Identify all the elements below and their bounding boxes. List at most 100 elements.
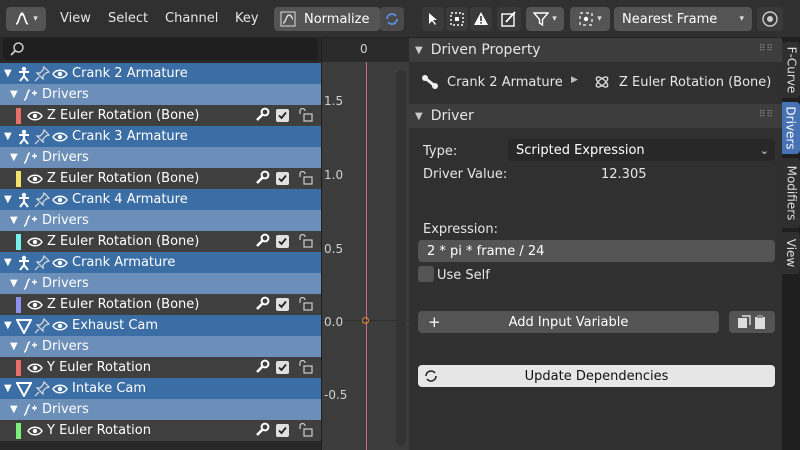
channel-object-row[interactable]: ▼ Crank 4 Armature	[0, 189, 321, 210]
only-show-errors-button[interactable]	[470, 7, 492, 31]
keyframe-point[interactable]	[362, 317, 369, 324]
chevron-down-icon[interactable]: ▼	[10, 89, 20, 100]
lock-icon[interactable]	[297, 422, 313, 438]
eye-icon[interactable]	[52, 381, 68, 397]
channel-group-row[interactable]: ▼ Drivers	[0, 84, 321, 105]
fcurve-channel-row[interactable]: Y Euler Rotation	[0, 420, 321, 441]
chevron-down-icon[interactable]: ▼	[4, 131, 14, 142]
editor-type-button[interactable]: ▾	[6, 7, 46, 31]
channel-group-row[interactable]: ▼ Drivers	[0, 147, 321, 168]
pin-icon[interactable]	[34, 128, 50, 145]
eye-icon[interactable]	[52, 192, 68, 208]
pin-icon[interactable]	[34, 380, 50, 397]
fcurve-channel-row[interactable]: Z Euler Rotation (Bone)	[0, 105, 321, 126]
chevron-down-icon[interactable]: ▼	[10, 404, 20, 415]
lock-icon[interactable]	[297, 233, 313, 249]
pin-icon[interactable]	[34, 191, 50, 208]
menu-channel[interactable]: Channel	[165, 11, 218, 26]
copy-paste-variables-button[interactable]	[729, 311, 775, 333]
channel-object-row[interactable]: ▼ Exhaust Cam	[0, 315, 321, 336]
driver-panel-header[interactable]: ▼ Driver ⠿⠿	[409, 104, 782, 128]
chevron-down-icon[interactable]: ▼	[4, 68, 14, 79]
channel-search-input[interactable]	[3, 38, 318, 60]
drag-handle-icon[interactable]: ⠿⠿	[759, 110, 774, 120]
use-self-checkbox[interactable]	[418, 266, 434, 282]
wrench-icon[interactable]	[254, 233, 270, 249]
auto-normalize-button[interactable]	[380, 7, 404, 31]
snap-mode-dropdown[interactable]: Nearest Frame ▾	[614, 7, 752, 31]
eye-icon[interactable]	[27, 234, 43, 250]
mute-checkbox[interactable]	[276, 234, 289, 248]
chevron-down-icon[interactable]: ▼	[4, 257, 14, 268]
add-input-variable-button[interactable]: + Add Input Variable	[418, 311, 719, 333]
eye-icon[interactable]	[27, 108, 43, 124]
eye-icon[interactable]	[52, 318, 68, 334]
expression-field[interactable]: 2 * pi * frame / 24	[418, 240, 775, 262]
select-tool-button[interactable]	[422, 7, 444, 31]
channel-object-row[interactable]: ▼ Crank Armature	[0, 252, 321, 273]
eye-icon[interactable]	[52, 255, 68, 271]
menu-view[interactable]: View	[60, 11, 91, 26]
channel-group-row[interactable]: ▼ Drivers	[0, 210, 321, 231]
chevron-down-icon[interactable]: ▼	[4, 383, 14, 394]
pin-icon[interactable]	[34, 254, 50, 271]
wrench-icon[interactable]	[254, 359, 270, 375]
fcurve-channel-row[interactable]: Z Euler Rotation (Bone)	[0, 231, 321, 252]
wrench-icon[interactable]	[254, 107, 270, 123]
tab-view[interactable]: View	[782, 232, 800, 274]
pin-icon[interactable]	[34, 317, 50, 334]
tab-f-curve[interactable]: F-Curve	[782, 42, 800, 98]
channel-object-row[interactable]: ▼ Intake Cam	[0, 378, 321, 399]
lock-icon[interactable]	[297, 359, 313, 375]
pivot-point-dropdown[interactable]: ▾	[570, 7, 610, 31]
menu-select[interactable]: Select	[108, 11, 148, 26]
channel-group-row[interactable]: ▼ Drivers	[0, 336, 321, 357]
filter-dropdown[interactable]: ▾	[526, 7, 564, 31]
drag-handle-icon[interactable]: ⠿⠿	[759, 44, 774, 54]
eye-icon[interactable]	[52, 129, 68, 145]
chevron-down-icon[interactable]: ▼	[4, 320, 14, 331]
lock-icon[interactable]	[297, 296, 313, 312]
pin-icon[interactable]	[34, 65, 50, 82]
eye-icon[interactable]	[27, 423, 43, 439]
proportional-editing-button[interactable]	[757, 7, 783, 31]
chevron-down-icon[interactable]: ▼	[10, 215, 20, 226]
channel-object-row[interactable]: ▼ Crank 2 Armature	[0, 63, 321, 84]
chevron-down-icon[interactable]: ▼	[4, 194, 14, 205]
mute-checkbox[interactable]	[276, 360, 289, 374]
normalize-toggle[interactable]: Normalize	[274, 7, 380, 31]
mute-checkbox[interactable]	[276, 108, 289, 122]
eye-icon[interactable]	[27, 171, 43, 187]
update-dependencies-button[interactable]: Update Dependencies	[418, 365, 775, 387]
graph-area[interactable]: 0 1.5 1.0 0.5 0.0 -0.5	[321, 38, 410, 450]
menu-key[interactable]: Key	[235, 11, 259, 26]
box-select-button[interactable]	[446, 7, 468, 31]
wrench-icon[interactable]	[254, 296, 270, 312]
driven-property-panel-header[interactable]: ▼ Driven Property ⠿⠿	[409, 38, 782, 62]
graph-scrollbar[interactable]	[396, 70, 406, 446]
channel-group-row[interactable]: ▼ Drivers	[0, 399, 321, 420]
chevron-down-icon[interactable]: ▼	[10, 152, 20, 163]
driver-type-dropdown[interactable]: Scripted Expression ⌄	[508, 139, 775, 161]
channel-group-row[interactable]: ▼ Drivers	[0, 273, 321, 294]
eye-icon[interactable]	[27, 360, 43, 376]
fcurve-channel-row[interactable]: Z Euler Rotation (Bone)	[0, 294, 321, 315]
tab-drivers[interactable]: Drivers	[782, 102, 800, 154]
lock-icon[interactable]	[297, 107, 313, 123]
eye-icon[interactable]	[27, 297, 43, 313]
wrench-icon[interactable]	[254, 422, 270, 438]
frame-ruler[interactable]: 0	[322, 38, 410, 62]
channel-object-row[interactable]: ▼ Crank 3 Armature	[0, 126, 321, 147]
fcurve-channel-row[interactable]: Y Euler Rotation	[0, 357, 321, 378]
chevron-down-icon[interactable]: ▼	[10, 278, 20, 289]
fcurve-channel-row[interactable]: Z Euler Rotation (Bone)	[0, 168, 321, 189]
chevron-down-icon[interactable]: ▼	[10, 341, 20, 352]
mute-checkbox[interactable]	[276, 171, 289, 185]
mute-checkbox[interactable]	[276, 423, 289, 437]
eye-icon[interactable]	[52, 66, 68, 82]
mute-checkbox[interactable]	[276, 297, 289, 311]
lock-icon[interactable]	[297, 170, 313, 186]
tab-modifiers[interactable]: Modifiers	[782, 158, 800, 228]
wrench-icon[interactable]	[254, 170, 270, 186]
show-handles-button[interactable]	[497, 7, 521, 31]
